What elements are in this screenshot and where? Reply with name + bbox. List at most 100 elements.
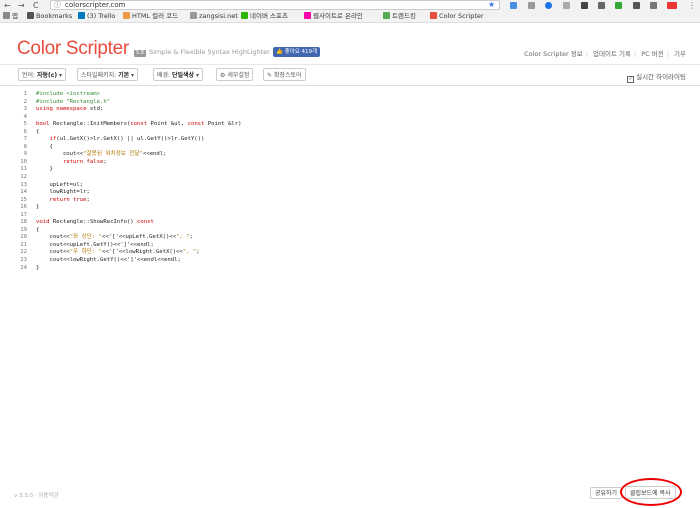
extension-icon[interactable] [598, 2, 605, 9]
menu-icon[interactable]: ⋮ [688, 1, 696, 10]
line-number: 15 [20, 196, 27, 203]
extension-icon[interactable] [528, 2, 535, 9]
facebook-like-button[interactable]: 👍 좋아요 419개 [273, 47, 321, 57]
code-line: { [36, 128, 40, 135]
extension-icon[interactable] [615, 2, 622, 9]
bookmark-favicon-icon [383, 12, 390, 19]
background-select[interactable]: 배경: 단일색상 ▾ [153, 68, 204, 81]
bookmark-item[interactable]: 웹사이트로 온라인 [304, 12, 363, 21]
code-line: upLeft=ul; [36, 181, 84, 188]
code-line: return false; [62, 158, 107, 165]
code-line: cout<<"잘못된 위치정보 전달"<<endl; [36, 151, 167, 158]
code-line: } [36, 166, 53, 173]
caret-down-icon: ▾ [131, 72, 135, 79]
bookmark-favicon-icon [3, 12, 10, 19]
extension-icon[interactable] [563, 2, 570, 9]
language-select[interactable]: 언어: 자동(c) ▾ [18, 68, 67, 81]
caret-down-icon: ▾ [196, 72, 200, 79]
code-line: bool Rectangle::InitMembers(const Point … [36, 121, 242, 128]
bookmark-favicon-icon [123, 12, 130, 19]
code-line: cout<<"좌 상단: "<<'['<<upLeft.GetX()<<", "… [36, 234, 193, 241]
thumbs-up-icon: 👍 [276, 49, 285, 55]
extension-icon[interactable] [581, 2, 588, 9]
line-number: 17 [20, 211, 27, 218]
bookmark-item[interactable]: 네이버 스포츠 [241, 12, 288, 21]
wrench-icon: ✎ [267, 72, 273, 79]
line-number: 8 [23, 143, 27, 150]
line-number: 10 [20, 158, 27, 165]
top-navigation: Color Scripter 정보 | 업데이트 기록 | PC 버전 | 기부 [524, 50, 686, 58]
code-line: void Rectangle::ShowRecInfo() const [36, 219, 154, 226]
share-button[interactable]: 공유하기 [590, 487, 623, 499]
nav-donate[interactable]: 기부 [674, 50, 686, 58]
code-line: } [36, 264, 40, 271]
line-number: 20 [20, 234, 27, 241]
bookmark-item[interactable]: Bookmarks [27, 12, 72, 21]
line-number-gutter: 1 2 3 4 5 6 7 8 9 10 11 12 13 14 15 16 17 18 19 20 21 22 23 24 [0, 91, 27, 272]
footer-version: v 3.3.0 · 이용약관 [14, 493, 59, 499]
bookmark-item[interactable]: 트렌드킹 [383, 12, 416, 21]
detail-settings-button[interactable]: ⚙ 세부설정 [216, 68, 254, 81]
site-header: Color Scripter 5.8 Simple & Flexible Syn… [0, 22, 700, 65]
nav-pc-version[interactable]: PC 버전 [641, 50, 664, 58]
address-bar[interactable]: ⓘ colorscripter.com [50, 0, 500, 10]
code-line: lowRight=lr; [36, 189, 90, 196]
gear-icon: ⚙ [220, 72, 226, 79]
bookmark-star-icon[interactable]: ★ [488, 0, 495, 9]
bookmark-item[interactable]: Color Scripter [430, 12, 484, 21]
code-line: return true; [49, 196, 90, 203]
code-line: } [36, 204, 40, 211]
bookmark-favicon-icon [241, 12, 248, 19]
line-number: 21 [20, 241, 27, 248]
line-number: 5 [23, 121, 27, 128]
extension-icon[interactable] [510, 2, 517, 9]
checkbox-checked-icon[interactable]: ✓ [627, 76, 635, 83]
bookmark-item[interactable]: (3) Trello [78, 12, 115, 21]
extension-icon[interactable] [650, 2, 657, 9]
options-toolbar: 언어: 자동(c) ▾ 스타일패키지: 기본 ▾ 배경: 단일색상 ▾ ⚙ 세부… [0, 65, 700, 86]
extension-icon[interactable] [667, 2, 677, 9]
caret-down-icon: ▾ [59, 72, 63, 79]
realtime-highlight-toggle[interactable]: ✓ 실시간 하이라이팅 [627, 71, 686, 83]
line-number: 7 [23, 136, 27, 143]
code-text-area[interactable]: #include <iostream> #include "Rectangle.h… [36, 91, 241, 272]
line-number: 18 [20, 219, 27, 226]
line-number: 2 [23, 98, 27, 105]
code-line: #include <iostream> [36, 91, 100, 97]
bookmark-item[interactable]: HTML 컬러 코드 [123, 12, 178, 21]
code-line: cout<<lowRight.GetY()<<']'<<endl<<endl; [36, 257, 181, 264]
style-package-select[interactable]: 스타일패키지: 기본 ▾ [77, 68, 139, 81]
extension-store-button[interactable]: ✎ 확장스토어 [263, 68, 306, 81]
bookmark-favicon-icon [430, 12, 437, 19]
code-line: if(ul.GetX()>lr.GetX() || ul.GetY()>lr.G… [49, 136, 205, 143]
line-number: 3 [23, 106, 27, 113]
back-button[interactable]: ← [4, 1, 11, 10]
bookmark-item[interactable]: zangsisi.net [190, 12, 238, 21]
tagline: Simple & Flexible Syntax HighLighter [149, 48, 270, 56]
line-number: 24 [20, 264, 27, 271]
bookmark-favicon-icon [27, 12, 34, 19]
line-number: 16 [20, 204, 27, 211]
bookmark-item[interactable]: 앱 [3, 12, 18, 21]
line-number: 11 [20, 166, 27, 173]
nav-about[interactable]: Color Scripter 정보 [524, 50, 583, 58]
code-line: #include "Rectangle.h" [36, 98, 111, 105]
bookmark-favicon-icon [304, 12, 311, 19]
info-icon[interactable]: ⓘ [54, 1, 61, 10]
line-number: 13 [20, 181, 27, 188]
url-text: colorscripter.com [65, 1, 126, 9]
reload-button[interactable]: C [33, 1, 39, 10]
site-logo[interactable]: Color Scripter [17, 38, 129, 60]
nav-updates[interactable]: 업데이트 기록 [593, 50, 631, 58]
extension-icon[interactable] [545, 2, 552, 9]
forward-button[interactable]: → [18, 1, 25, 10]
code-line: cout<<"우 하단: "<<'['<<lowRight.GetX()<<",… [36, 249, 200, 256]
code-editor[interactable]: 1 2 3 4 5 6 7 8 9 10 11 12 13 14 15 16 17 18 19 20 21 22 23 24 … [0, 88, 700, 388]
line-number: 1 [23, 91, 27, 97]
line-number: 9 [23, 151, 27, 158]
red-circle-annotation [620, 478, 682, 506]
extension-icon[interactable] [633, 2, 640, 9]
browser-toolbar: ← → C ⓘ colorscripter.com ★ ⋮ [0, 0, 700, 11]
